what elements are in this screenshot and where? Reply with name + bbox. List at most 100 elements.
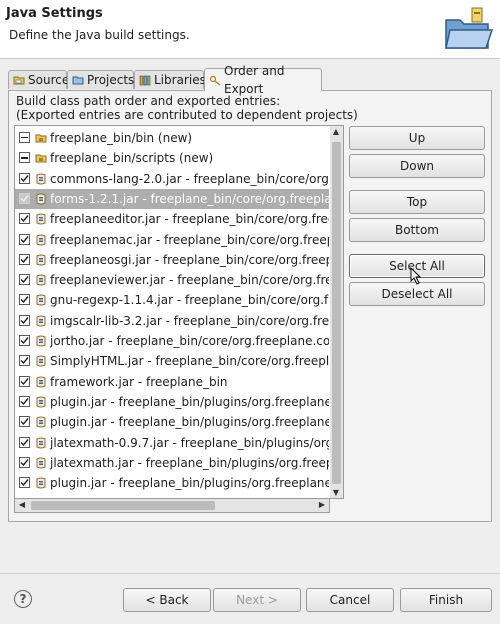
checkbox-checked[interactable] [19,436,30,448]
libraries-icon [139,75,151,86]
jar-icon [36,335,46,347]
dialog-subtitle: Define the Java build settings. [9,28,190,42]
top-button[interactable]: Top [349,190,485,214]
list-item[interactable]: plugin.jar - freeplane_bin/plugins/org.f… [15,412,329,432]
list-item[interactable]: plugin.jar - freeplane_bin/plugins/org.f… [15,473,329,493]
horizontal-scrollbar[interactable]: ◀ ▶ [14,499,330,513]
cancel-button[interactable]: Cancel [306,588,394,612]
scroll-right-arrow-icon[interactable]: ▶ [316,500,328,509]
list-item-label: freeplaneeditor.jar - freeplane_bin/core… [50,212,329,227]
checkbox-checked[interactable] [19,477,30,489]
checkbox-checked[interactable] [19,314,30,326]
checkbox-checked[interactable] [19,355,30,367]
panel-description-line2: (Exported entries are contributed to dep… [16,108,358,122]
bottom-button[interactable]: Bottom [349,218,485,242]
list-item-label: framework.jar - freeplane_bin [50,374,228,389]
checkbox-checked[interactable] [19,172,30,184]
package-folder-icon [35,134,47,143]
checkbox-checked[interactable] [19,213,30,225]
tab-projects[interactable]: Projects [67,70,134,89]
vertical-scrollbar[interactable]: ▲ ▼ [330,125,344,499]
list-item[interactable]: freeplane_bin/bin (new) [15,128,329,148]
checkbox-checked[interactable] [19,294,30,306]
jar-icon [36,213,46,225]
footer-separator [0,573,500,574]
up-button[interactable]: Up [349,126,485,150]
checkbox-checked[interactable] [19,253,30,265]
panel-description: Build class path order and exported entr… [16,94,358,122]
jar-icon [36,396,46,408]
list-item-label: jortho.jar - freeplane_bin/core/org.free… [50,334,329,348]
checkbox-checked[interactable] [19,456,30,468]
list-item-label: freeplane_bin/scripts (new) [50,151,214,166]
scroll-up-arrow-icon[interactable]: ▲ [330,127,342,136]
checkbox-checked[interactable] [19,233,30,245]
checkbox-checked[interactable] [19,395,30,407]
checkbox-checked[interactable] [19,274,30,286]
list-item[interactable]: freeplaneviewer.jar - freeplane_bin/core… [15,270,329,290]
list-item-label: plugin.jar - freeplane_bin/plugins/org.f… [50,476,329,491]
list-item[interactable]: SimplyHTML.jar - freeplane_bin/core/org.… [15,351,329,371]
jar-icon [36,477,46,489]
list-item[interactable]: commons-lang-2.0.jar - freeplane_bin/cor… [15,169,329,189]
list-item[interactable]: forms-1.2.1.jar - freeplane_bin/core/org… [15,188,329,209]
jar-icon [36,457,46,469]
tab-order-and-export[interactable]: Order and Export [204,64,322,96]
list-item-label: freeplaneviewer.jar - freeplane_bin/core… [50,273,329,288]
scroll-down-arrow-icon[interactable]: ▼ [330,488,342,497]
tab-libraries[interactable]: Libraries [134,70,206,89]
list-item[interactable]: jlatexmath.jar - freeplane_bin/plugins/o… [15,453,329,473]
checkbox-indeterminate[interactable] [19,132,30,143]
list-item-label: plugin.jar - freeplane_bin/plugins/org.f… [50,415,329,430]
list-item-label: freeplanemac.jar - freeplane_bin/core/or… [50,232,329,247]
list-item-label: gnu-regexp-1.1.4.jar - freeplane_bin/cor… [50,293,329,308]
deselect-all-button[interactable]: Deselect All [349,282,485,306]
jar-icon [36,355,46,367]
help-icon[interactable]: ? [14,590,32,608]
list-item[interactable]: jortho.jar - freeplane_bin/core/org.free… [15,331,329,351]
dialog-header: Java Settings Define the Java build sett… [0,0,500,59]
jar-icon [36,254,46,266]
list-item-label: plugin.jar - freeplane_bin/plugins/org.f… [50,394,329,409]
checkbox-checked[interactable] [19,335,30,346]
jar-icon [36,193,46,205]
list-item[interactable]: jlatexmath-0.9.7.jar - freeplane_bin/plu… [15,433,329,453]
list-item-label: jlatexmath.jar - freeplane_bin/plugins/o… [50,455,329,470]
tab-source[interactable]: Source [8,70,70,89]
jar-icon [36,274,46,286]
list-item[interactable]: freeplaneeditor.jar - freeplane_bin/core… [15,209,329,229]
list-item[interactable]: plugin.jar - freeplane_bin/plugins/org.f… [15,392,329,412]
jar-icon [36,437,46,448]
tab-source-label: Source [28,73,70,87]
jar-icon [36,376,46,388]
list-item[interactable]: freeplanemac.jar - freeplane_bin/core/or… [15,230,329,250]
tab-projects-label: Projects [87,73,135,87]
list-item-label: freeplaneosgi.jar - freeplane_bin/core/o… [50,252,329,267]
order-export-icon [209,75,221,86]
vertical-scroll-thumb[interactable] [332,142,341,484]
folder-wizard-icon [445,7,494,49]
horizontal-scroll-thumb[interactable] [31,501,215,510]
list-item[interactable]: imgscalr-lib-3.2.jar - freeplane_bin/cor… [15,311,329,331]
checkbox-checked[interactable] [19,416,30,428]
projects-icon [72,76,84,85]
finish-button[interactable]: Finish [400,588,492,612]
list-item[interactable]: gnu-regexp-1.1.4.jar - freeplane_bin/cor… [15,290,329,310]
checkbox-checked[interactable] [19,192,30,204]
back-button[interactable]: < Back [123,588,211,612]
list-item-label: forms-1.2.1.jar - freeplane_bin/core/org… [50,191,329,206]
list-item-label: freeplane_bin/bin (new) [50,131,193,145]
tab-order-and-export-label: Order and Export [224,64,285,96]
list-item[interactable]: freeplaneosgi.jar - freeplane_bin/core/o… [15,250,329,270]
next-button[interactable]: Next > [213,588,301,612]
down-button[interactable]: Down [349,154,485,178]
tab-libraries-label: Libraries [154,73,206,87]
classpath-entry-list[interactable]: freeplane_bin/bin (new) freeplane_bin/scr… [14,125,344,499]
checkbox-checked[interactable] [19,375,30,387]
list-item[interactable]: framework.jar - freeplane_bin [15,372,329,392]
checkbox-indeterminate[interactable] [19,152,30,164]
source-folder-icon [13,76,25,85]
scroll-left-arrow-icon[interactable]: ◀ [16,500,28,509]
list-item[interactable]: freeplane_bin/scripts (new) [15,148,329,168]
list-item-label: imgscalr-lib-3.2.jar - freeplane_bin/cor… [50,313,329,328]
